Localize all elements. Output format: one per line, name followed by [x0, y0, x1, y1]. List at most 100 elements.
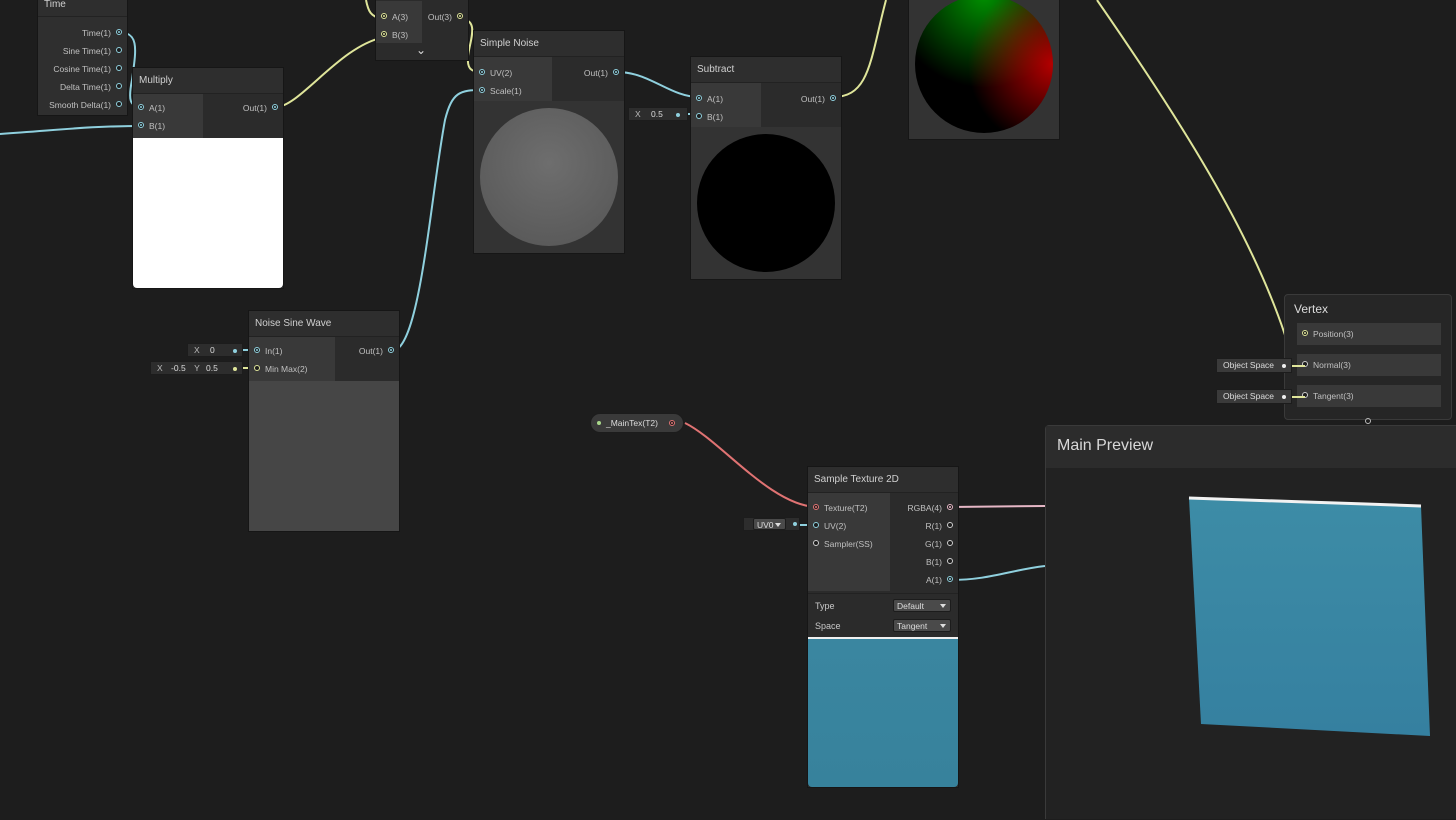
- main-preview-mesh[interactable]: [1046, 468, 1456, 820]
- port-dot-icon[interactable]: [947, 540, 953, 546]
- port-dot-icon[interactable]: [813, 504, 819, 510]
- port-dot-icon[interactable]: [947, 522, 953, 528]
- noise-sine-in-field[interactable]: X 0: [187, 343, 243, 357]
- vertex-position-row[interactable]: Position(3): [1297, 323, 1441, 345]
- time-port-sine[interactable]: Sine Time(1): [63, 42, 127, 60]
- sample-texture-port-texture[interactable]: Texture(T2): [808, 499, 867, 517]
- time-port-delta[interactable]: Delta Time(1): [60, 78, 127, 96]
- port-dot-icon[interactable]: [381, 13, 387, 19]
- noise-sine-port-minmax[interactable]: Min Max(2): [249, 360, 308, 378]
- color-preview-node[interactable]: [908, 0, 1060, 140]
- port-dot-icon[interactable]: [479, 69, 485, 75]
- vertex-port-normal[interactable]: Normal(3): [1297, 356, 1351, 374]
- port-dot-icon[interactable]: [613, 69, 619, 75]
- main-preview-panel[interactable]: Main Preview: [1045, 425, 1456, 819]
- sample-texture-port-b[interactable]: B(1): [926, 553, 958, 571]
- vertex-resize-handle[interactable]: [1365, 418, 1371, 424]
- port-dot-icon[interactable]: [830, 95, 836, 101]
- wire-top-to-vertex-position: [1096, 0, 1306, 337]
- port-dot-icon[interactable]: [1302, 330, 1308, 336]
- multiply-port-b[interactable]: B(1): [133, 117, 165, 135]
- port-dot-icon[interactable]: [947, 576, 953, 582]
- noise-sine-max-value[interactable]: 0.5: [206, 363, 218, 373]
- port-dot-icon[interactable]: [479, 87, 485, 93]
- noise-sine-port-out[interactable]: Out(1): [359, 342, 399, 360]
- sample-texture-settings: Type Default Space Tangent: [808, 593, 958, 638]
- port-dot-icon[interactable]: [138, 104, 144, 110]
- time-port-smooth-delta[interactable]: Smooth Delta(1): [49, 96, 127, 114]
- port-dot-icon[interactable]: [388, 347, 394, 353]
- time-port-time[interactable]: Time(1): [82, 24, 127, 42]
- field-connector-icon: [1282, 395, 1286, 399]
- multiply-port-out[interactable]: Out(1): [243, 99, 283, 117]
- color-sphere: [915, 0, 1053, 133]
- noise-sine-minmax-field[interactable]: X -0.5 Y 0.5: [150, 361, 243, 375]
- vertex-port-position[interactable]: Position(3): [1297, 325, 1354, 343]
- vertex-port-tangent[interactable]: Tangent(3): [1297, 387, 1354, 405]
- simple-noise-port-scale[interactable]: Scale(1): [474, 82, 522, 100]
- sample-texture-2d-node[interactable]: Sample Texture 2D Texture(T2) UV(2) Samp…: [807, 466, 959, 788]
- noise-sine-wave-node[interactable]: Noise Sine Wave In(1) Min Max(2) Out(1): [248, 310, 400, 532]
- port-dot-icon[interactable]: [272, 104, 278, 110]
- sample-texture-port-uv[interactable]: UV(2): [808, 517, 846, 535]
- noise-sine-port-in[interactable]: In(1): [249, 342, 282, 360]
- field-connector-icon: [1282, 364, 1286, 368]
- normal-space-field[interactable]: Object Space: [1216, 358, 1292, 373]
- simple-noise-node[interactable]: Simple Noise UV(2) Scale(1) Out(1): [473, 30, 625, 254]
- port-dot-icon[interactable]: [813, 540, 819, 546]
- port-dot-icon[interactable]: [813, 522, 819, 528]
- port-dot-icon[interactable]: [696, 113, 702, 119]
- time-port-cosine[interactable]: Cosine Time(1): [53, 60, 127, 78]
- noise-sine-min-value[interactable]: -0.5: [171, 363, 186, 373]
- port-dot-icon[interactable]: [116, 29, 122, 35]
- subtract-b-field[interactable]: X 0.5: [628, 107, 688, 121]
- add-node[interactable]: A(3) B(3) Out(3) ⌄: [375, 0, 469, 61]
- port-dot-icon[interactable]: [381, 31, 387, 37]
- subtract-b-value[interactable]: 0.5: [651, 109, 663, 119]
- port-dot-icon[interactable]: [1302, 361, 1308, 367]
- add-port-out[interactable]: Out(3): [428, 8, 468, 26]
- type-dropdown[interactable]: Default: [893, 599, 951, 612]
- simple-noise-port-out[interactable]: Out(1): [584, 64, 624, 82]
- vertex-block[interactable]: Vertex Position(3) Normal(3) Tangent(3): [1284, 294, 1452, 420]
- subtract-port-a[interactable]: A(1): [691, 90, 723, 108]
- tangent-space-field[interactable]: Object Space: [1216, 389, 1292, 404]
- noise-sine-in-value[interactable]: 0: [210, 345, 215, 355]
- vertex-tangent-row[interactable]: Tangent(3): [1297, 385, 1441, 407]
- port-dot-icon[interactable]: [116, 101, 122, 107]
- vertex-normal-row[interactable]: Normal(3): [1297, 354, 1441, 376]
- port-dot-icon[interactable]: [947, 504, 953, 510]
- subtract-port-out[interactable]: Out(1): [801, 90, 841, 108]
- port-dot-icon[interactable]: [254, 365, 260, 371]
- port-dot-icon[interactable]: [947, 558, 953, 564]
- sample-texture-port-a[interactable]: A(1): [926, 571, 958, 589]
- port-dot-icon[interactable]: [116, 83, 122, 89]
- time-node[interactable]: Time Time(1) Sine Time(1) Cosine Time(1)…: [37, 0, 128, 116]
- multiply-node[interactable]: Multiply A(1) B(1) Out(1): [132, 67, 284, 289]
- multiply-port-a[interactable]: A(1): [133, 99, 165, 117]
- port-dot-icon[interactable]: [116, 47, 122, 53]
- field-connector-icon: [233, 349, 237, 353]
- port-dot-icon[interactable]: [457, 13, 463, 19]
- collapse-chevron-icon[interactable]: ⌄: [416, 43, 426, 57]
- simple-noise-node-title: Simple Noise: [474, 31, 624, 57]
- space-dropdown[interactable]: Tangent: [893, 619, 951, 632]
- sample-texture-port-sampler[interactable]: Sampler(SS): [808, 535, 873, 553]
- port-dot-icon[interactable]: [669, 420, 675, 426]
- port-dot-icon[interactable]: [116, 65, 122, 71]
- main-preview-header[interactable]: Main Preview: [1046, 426, 1456, 468]
- uv-channel-dropdown[interactable]: UV0: [753, 518, 786, 530]
- main-tex-property[interactable]: _MainTex(T2): [590, 413, 684, 433]
- subtract-port-b[interactable]: B(1): [691, 108, 723, 126]
- port-dot-icon[interactable]: [1302, 392, 1308, 398]
- simple-noise-port-uv[interactable]: UV(2): [474, 64, 512, 82]
- port-dot-icon[interactable]: [138, 122, 144, 128]
- sample-texture-port-r[interactable]: R(1): [925, 517, 958, 535]
- port-dot-icon[interactable]: [254, 347, 260, 353]
- subtract-node[interactable]: Subtract A(1) B(1) Out(1): [690, 56, 842, 280]
- sample-texture-port-g[interactable]: G(1): [925, 535, 958, 553]
- sample-texture-port-rgba[interactable]: RGBA(4): [908, 499, 958, 517]
- add-port-b[interactable]: B(3): [376, 26, 408, 44]
- port-dot-icon[interactable]: [696, 95, 702, 101]
- add-port-a[interactable]: A(3): [376, 8, 408, 26]
